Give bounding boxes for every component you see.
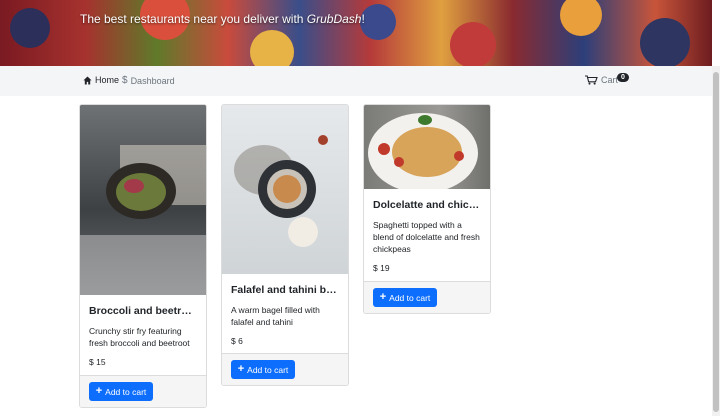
home-icon (83, 75, 92, 85)
product-description: Crunchy stir fry featuring fresh broccol… (89, 326, 190, 348)
product-card: Broccoli and beetroot... Crunchy stir fr… (79, 104, 207, 408)
product-card: Falafel and tahini bagel A warm bagel fi… (221, 104, 349, 386)
add-to-cart-button[interactable]: + Add to cart (231, 360, 295, 379)
product-title: Falafel and tahini bagel (231, 284, 339, 296)
hero-image-berry (640, 18, 690, 66)
product-card: Dolcelatte and chickp... Spaghetti toppe… (363, 104, 491, 314)
plus-icon: + (95, 385, 103, 397)
hero-tagline: The best restaurants near you deliver wi… (80, 12, 365, 26)
product-title: Broccoli and beetroot... (89, 305, 197, 317)
product-title: Dolcelatte and chickp... (373, 199, 481, 211)
product-description: A warm bagel filled with falafel and tah… (231, 305, 320, 327)
nav-cart-link[interactable]: Cart (585, 75, 618, 85)
product-image (364, 105, 490, 189)
product-price: $ 15 (89, 357, 106, 367)
navbar: Home $ Dashboard Cart 0 (0, 66, 712, 96)
hero-image-berry (360, 4, 396, 40)
product-description: Spaghetti topped with a blend of dolcela… (373, 220, 480, 254)
nav-dashboard-link[interactable]: $ Dashboard (122, 75, 175, 86)
product-price: $ 6 (231, 336, 243, 346)
brand-name: GrubDash (306, 12, 362, 26)
cart-icon (585, 75, 598, 85)
hero-image-berry (560, 0, 602, 36)
plus-icon: + (237, 363, 245, 375)
plus-icon: + (379, 291, 387, 303)
add-to-cart-button[interactable]: + Add to cart (373, 288, 437, 307)
hero-banner: The best restaurants near you deliver wi… (0, 0, 712, 66)
card-footer: + Add to cart (364, 281, 490, 313)
nav-home-link[interactable]: Home (83, 75, 119, 85)
card-body: Dolcelatte and chickp... Spaghetti toppe… (364, 189, 490, 273)
product-image (80, 105, 206, 295)
dollar-icon: $ (122, 75, 128, 86)
card-footer: + Add to cart (222, 353, 348, 385)
cart-count-badge: 0 (617, 73, 629, 82)
hero-image-berry (250, 30, 294, 66)
card-footer: + Add to cart (80, 375, 206, 407)
product-price: $ 19 (373, 263, 390, 273)
product-image (222, 105, 348, 274)
add-to-cart-button[interactable]: + Add to cart (89, 382, 153, 401)
hero-image-berry (10, 8, 50, 48)
hero-image-berry (450, 22, 496, 66)
card-body: Falafel and tahini bagel A warm bagel fi… (222, 274, 348, 346)
card-body: Broccoli and beetroot... Crunchy stir fr… (80, 295, 206, 367)
scrollbar-thumb[interactable] (713, 72, 719, 412)
